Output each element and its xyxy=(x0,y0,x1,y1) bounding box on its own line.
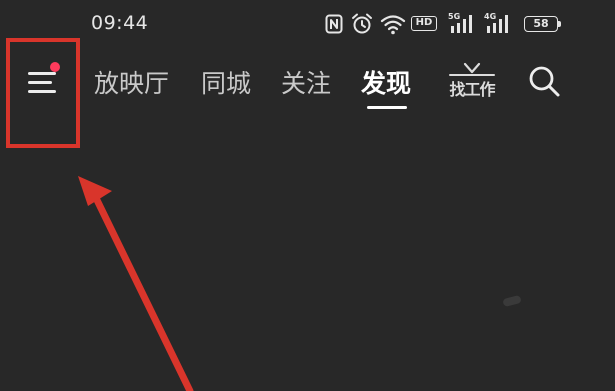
search-icon[interactable] xyxy=(527,64,561,98)
tab-local[interactable]: 同城 xyxy=(201,64,251,100)
wifi-icon xyxy=(380,15,406,35)
menu-icon-bar-top xyxy=(28,72,56,75)
content-placeholder-mark xyxy=(502,294,522,308)
signal-5g-icon: 5G xyxy=(448,12,478,34)
status-icons: HD 5G 4G 58 xyxy=(325,12,565,36)
tab-discover[interactable]: 发现 xyxy=(361,64,411,100)
tab-find-job-label: 找工作 xyxy=(449,80,495,99)
status-time: 09:44 xyxy=(91,12,149,34)
notification-dot xyxy=(50,62,60,72)
tab-following[interactable]: 关注 xyxy=(281,64,331,100)
menu-button[interactable] xyxy=(22,60,66,104)
menu-icon-bar-middle xyxy=(28,81,52,84)
active-tab-indicator xyxy=(367,106,407,109)
alarm-icon xyxy=(352,13,372,34)
hd-icon: HD xyxy=(411,16,437,31)
signal-4g-icon: 4G xyxy=(484,12,514,34)
tab-find-job[interactable]: 找工作 xyxy=(444,62,500,102)
screen: 09:44 HD 5G 4G 58 放映厅 同城 关注 发现 找工作 xyxy=(0,0,615,391)
menu-icon-bar-bottom xyxy=(28,90,56,93)
tv-antenna-icon xyxy=(449,62,495,76)
nfc-icon xyxy=(325,14,343,34)
battery-tip xyxy=(558,21,561,27)
annotation-arrow xyxy=(78,176,194,391)
battery-icon: 58 xyxy=(524,16,558,32)
tab-theater[interactable]: 放映厅 xyxy=(94,64,169,100)
